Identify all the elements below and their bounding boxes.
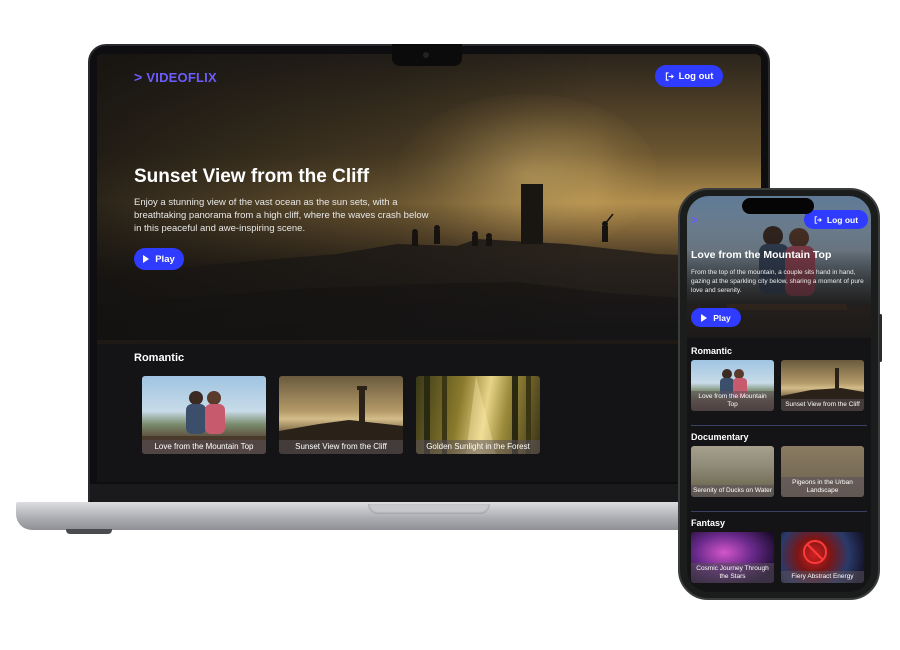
videoflix-logo[interactable]: > VIDEOFLIX: [134, 69, 217, 85]
logout-label: Log out: [826, 214, 859, 225]
logo-text: VIDEOFLIX: [146, 69, 217, 85]
play-label: Play: [155, 253, 175, 265]
device-mockup: > VIDEOFLIX Log out Sunset View from the…: [0, 0, 900, 650]
video-card[interactable]: Love from the Mountain Top: [142, 376, 266, 454]
phone-dynamic-island: [742, 198, 814, 214]
video-card[interactable]: Sunset View from the Cliff: [781, 360, 864, 411]
phone-section-title-romantic: Romantic: [691, 346, 733, 356]
play-icon: [143, 255, 150, 263]
logout-button[interactable]: Log out: [655, 65, 723, 87]
laptop-notch: [392, 44, 462, 66]
phone-hero-title: Love from the Mountain Top: [691, 249, 832, 261]
video-title: Golden Sunlight in the Forest: [416, 440, 540, 454]
phone-logo[interactable]: >: [691, 213, 698, 227]
chevron-right-icon: >: [691, 213, 699, 227]
video-card[interactable]: Pigeons in the Urban Landscape: [781, 446, 864, 497]
video-card[interactable]: Fiery Abstract Energy: [781, 532, 864, 583]
laptop-bezel-bottom: [90, 484, 768, 502]
phone-section-title-documentary: Documentary: [691, 432, 749, 442]
video-card[interactable]: Serenity of Ducks on Water: [691, 446, 774, 497]
video-title: Sunset View from the Cliff: [279, 440, 403, 454]
video-title: Sunset View from the Cliff: [781, 399, 864, 411]
video-card[interactable]: Golden Sunlight in the Forest: [416, 376, 540, 454]
section-divider: [691, 511, 867, 512]
video-title: Love from the Mountain Top: [142, 440, 266, 454]
video-title: Serenity of Ducks on Water: [691, 485, 774, 497]
phone-play-button[interactable]: Play: [691, 308, 741, 327]
video-title: Love from the Mountain Top: [691, 391, 774, 411]
video-title: Fiery Abstract Energy: [781, 571, 864, 583]
phone-section-title-fantasy: Fantasy: [691, 518, 726, 528]
play-label: Play: [713, 312, 731, 323]
video-card[interactable]: Love from the Mountain Top: [691, 360, 774, 411]
play-icon: [701, 313, 708, 322]
video-card[interactable]: Sunset View from the Cliff: [279, 376, 403, 454]
logout-icon: [665, 71, 674, 81]
laptop-screen: > VIDEOFLIX Log out Sunset View from the…: [97, 54, 761, 482]
camera-icon: [423, 52, 429, 58]
play-button[interactable]: Play: [134, 248, 184, 270]
video-title: Pigeons in the Urban Landscape: [781, 477, 864, 497]
hero-title: Sunset View from the Cliff: [134, 166, 370, 187]
section-title-romantic: Romantic: [134, 352, 185, 364]
phone-hero-description: From the top of the mountain, a couple s…: [691, 269, 864, 294]
video-card[interactable]: Cosmic Journey Through the Stars: [691, 532, 774, 583]
chevron-right-icon: >: [134, 69, 143, 85]
logout-label: Log out: [678, 70, 714, 82]
phone-logout-button[interactable]: Log out: [804, 210, 868, 229]
hero-description: Enjoy a stunning view of the vast ocean …: [134, 197, 429, 234]
hero-banner: > VIDEOFLIX Log out Sunset View from the…: [97, 54, 761, 344]
phone-screen: > Log out Love from the Mountain Top Fro…: [687, 196, 871, 592]
logout-icon: [814, 215, 822, 224]
phone-side-button: [879, 314, 882, 362]
laptop-trackpad-notch: [368, 504, 490, 514]
video-title: Cosmic Journey Through the Stars: [691, 563, 774, 583]
laptop-foot: [66, 529, 112, 534]
section-divider: [691, 425, 867, 426]
